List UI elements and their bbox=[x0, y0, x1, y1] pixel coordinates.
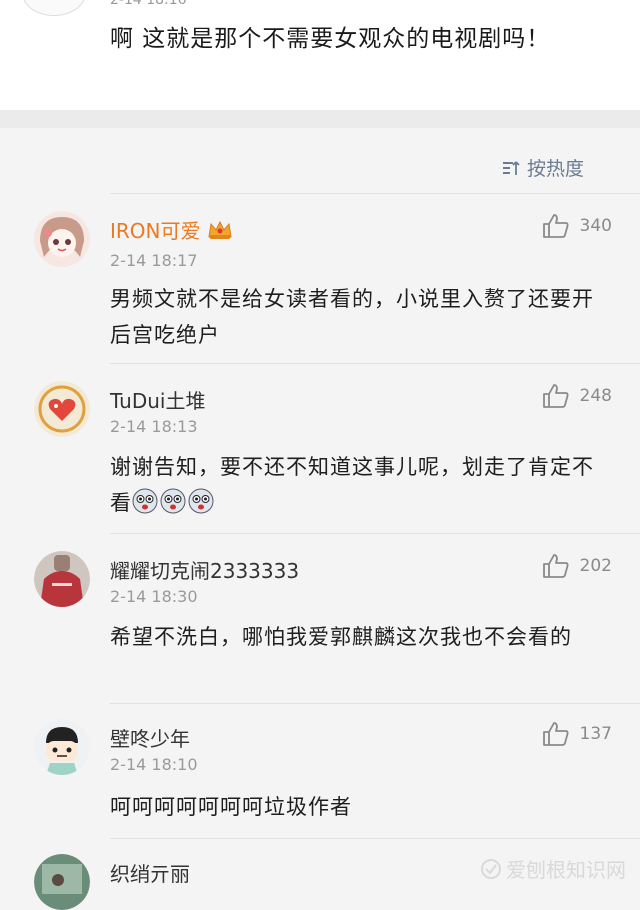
avatar[interactable] bbox=[22, 0, 86, 16]
avatar-person-red-shirt-icon bbox=[34, 551, 90, 607]
sort-label: 按热度 bbox=[526, 158, 584, 180]
avatar[interactable] bbox=[34, 211, 90, 267]
like-count: 248 bbox=[579, 386, 612, 406]
username[interactable]: 壁咚少年 bbox=[110, 723, 190, 752]
avatar-heart-icon bbox=[34, 381, 90, 437]
thumbs-up-icon bbox=[542, 384, 569, 408]
shocked-face-emoji-icon bbox=[160, 488, 186, 514]
comment-text: 呵呵呵呵呵呵呵垃圾作者 bbox=[110, 795, 352, 819]
username[interactable]: TuDui土堆 bbox=[110, 385, 206, 414]
shocked-face-emoji-icon bbox=[188, 488, 214, 514]
comment-time: 2-14 18:10 bbox=[110, 755, 198, 774]
thumbs-up-icon bbox=[542, 554, 569, 578]
comment-time: 2-14 18:13 bbox=[110, 417, 198, 436]
comment-sort-bar: 按热度 bbox=[0, 128, 640, 198]
like-count: 202 bbox=[579, 556, 612, 576]
comment-time: 2-14 18:17 bbox=[110, 251, 198, 270]
crown-badge-icon bbox=[207, 219, 233, 246]
like-button[interactable]: 202 bbox=[542, 553, 612, 579]
watermark-text: 爱刨根知识网 bbox=[506, 858, 626, 882]
avatar-cartoon-boy-icon bbox=[34, 719, 90, 775]
avatar[interactable] bbox=[34, 381, 90, 437]
username[interactable]: IRON可爱 bbox=[110, 215, 233, 246]
username[interactable]: 耀耀切克闹2333333 bbox=[110, 555, 299, 584]
watermark-logo-icon bbox=[481, 858, 501, 879]
username[interactable]: 织绡亓丽 bbox=[110, 858, 190, 887]
like-count: 137 bbox=[579, 724, 612, 744]
avatar[interactable] bbox=[34, 854, 90, 910]
comment-time: 2-14 18:16 bbox=[110, 0, 187, 8]
comment-item: 壁咚少年 2-14 18:10 137 呵呵呵呵呵呵呵垃圾作者 bbox=[0, 703, 640, 838]
comment-text: 希望不洗白，哪怕我爱郭麒麟这次我也不会看的 bbox=[110, 625, 572, 649]
sort-icon bbox=[502, 160, 520, 175]
avatar[interactable] bbox=[34, 719, 90, 775]
like-button[interactable]: 248 bbox=[542, 383, 612, 409]
avatar-photo-icon bbox=[34, 854, 90, 910]
comment-item: IRON可爱 2-14 18:17 340 男频文就不是给女读者看的，小说里入赘… bbox=[0, 193, 640, 363]
emoji-group bbox=[132, 488, 214, 514]
shocked-face-emoji-icon bbox=[132, 488, 158, 514]
thumbs-up-icon bbox=[542, 722, 569, 746]
divider bbox=[110, 838, 640, 839]
comment-text: 男频文就不是给女读者看的，小说里入赘了还要开后宫吃绝户 bbox=[110, 287, 594, 347]
comment-item: 耀耀切克闹2333333 2-14 18:30 202 希望不洗白，哪怕我爱郭麒… bbox=[0, 533, 640, 703]
like-button[interactable]: 137 bbox=[542, 721, 612, 747]
username-text: IRON可爱 bbox=[110, 219, 201, 243]
sort-by-hot-button[interactable]: 按热度 bbox=[501, 154, 584, 181]
previous-comment-card: 2-14 18:16 啊 这就是那个不需要女观众的电视剧吗！ bbox=[0, 0, 640, 110]
comment-text: 啊 这就是那个不需要女观众的电视剧吗！ bbox=[110, 26, 551, 52]
comment-time: 2-14 18:30 bbox=[110, 587, 198, 606]
like-count: 340 bbox=[579, 216, 612, 236]
divider bbox=[110, 363, 640, 364]
comment-item: TuDui土堆 2-14 18:13 248 谢谢告知，要不还不知道这事儿呢，划… bbox=[0, 363, 640, 533]
like-button[interactable]: 340 bbox=[542, 213, 612, 239]
watermark: 爱刨根知识网 bbox=[480, 854, 626, 883]
comment-text: 谢谢告知，要不还不知道这事儿呢，划走了肯定不看 bbox=[110, 449, 610, 521]
section-divider bbox=[0, 110, 640, 128]
divider bbox=[110, 533, 640, 534]
divider bbox=[110, 193, 640, 194]
avatar-anime-girl-icon bbox=[34, 211, 90, 267]
avatar[interactable] bbox=[34, 551, 90, 607]
divider bbox=[110, 703, 640, 704]
thumbs-up-icon bbox=[542, 214, 569, 238]
